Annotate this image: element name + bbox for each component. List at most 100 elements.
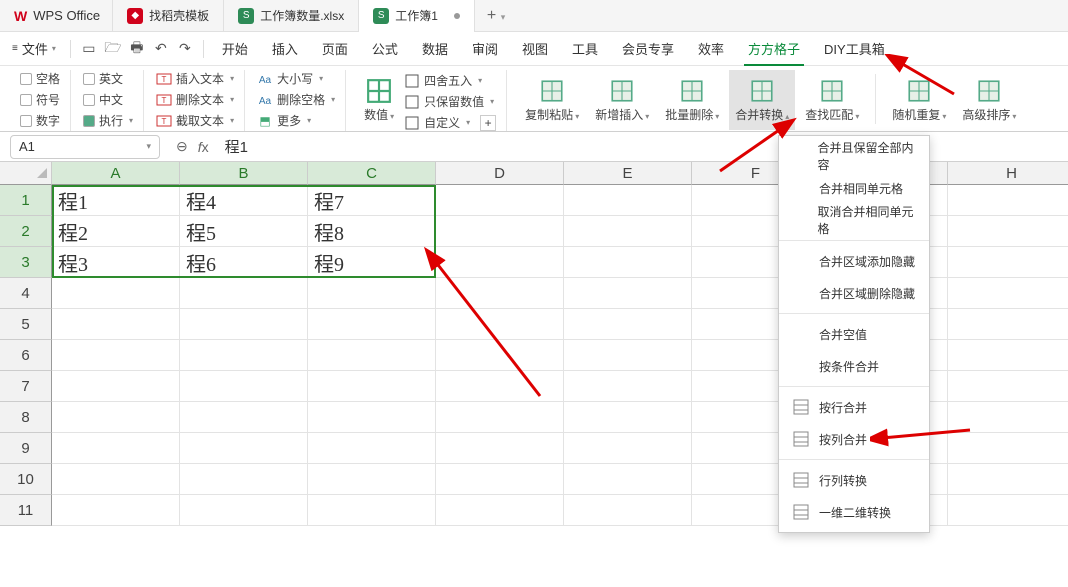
fx-icon[interactable]: fx (198, 139, 209, 155)
row-header[interactable]: 6 (0, 340, 52, 371)
cell[interactable] (180, 495, 308, 526)
dropdown-item[interactable]: 合并且保留全部内容 (779, 140, 929, 172)
cell[interactable] (180, 464, 308, 495)
plus-button[interactable]: + (480, 115, 496, 131)
cell[interactable] (948, 309, 1068, 340)
cell[interactable] (52, 464, 180, 495)
cell[interactable] (564, 247, 692, 278)
cell[interactable] (948, 185, 1068, 216)
ribbon-button-sm[interactable]: 自定义▾+ (404, 114, 496, 131)
document-tab[interactable]: S工作簿数量.xlsx (224, 0, 359, 32)
redo-icon[interactable]: ↷ (173, 40, 197, 57)
ribbon-button-big[interactable]: 高级排序▾ (956, 70, 1022, 130)
row-header[interactable]: 7 (0, 371, 52, 402)
cell[interactable]: 程6 (180, 247, 308, 278)
menu-tab[interactable]: 开始 (210, 32, 260, 66)
cell[interactable] (436, 278, 564, 309)
cell[interactable] (52, 278, 180, 309)
cell[interactable] (308, 371, 436, 402)
ribbon-button-sm[interactable]: 四舍五入▾ (404, 72, 496, 89)
cell[interactable] (180, 433, 308, 464)
cell[interactable] (308, 340, 436, 371)
cell[interactable] (52, 495, 180, 526)
cell[interactable] (180, 402, 308, 433)
cell[interactable] (308, 402, 436, 433)
cell[interactable] (52, 371, 180, 402)
menu-tab[interactable]: 页面 (310, 32, 360, 66)
ribbon-button-sm[interactable]: T插入文本▾ (156, 70, 234, 87)
cell[interactable]: 程7 (308, 185, 436, 216)
ribbon-button-big[interactable]: 查找匹配▾ (799, 70, 865, 130)
cell[interactable] (436, 371, 564, 402)
cell[interactable]: 程4 (180, 185, 308, 216)
ribbon-checkbox[interactable]: 中文 (83, 91, 133, 108)
cell[interactable] (436, 402, 564, 433)
row-header[interactable]: 8 (0, 402, 52, 433)
cell[interactable] (948, 216, 1068, 247)
column-header[interactable]: D (436, 162, 564, 185)
row-header[interactable]: 10 (0, 464, 52, 495)
row-header[interactable]: 1 (0, 185, 52, 216)
name-box[interactable]: A1▾ (10, 135, 160, 159)
cell[interactable] (564, 464, 692, 495)
menu-tab[interactable]: 插入 (260, 32, 310, 66)
row-header[interactable]: 11 (0, 495, 52, 526)
column-header[interactable]: B (180, 162, 308, 185)
menu-tab[interactable]: 方方格子 (736, 32, 812, 66)
undo-icon[interactable]: ↶ (149, 40, 173, 57)
cell[interactable] (436, 464, 564, 495)
cell[interactable] (564, 185, 692, 216)
ribbon-button-big[interactable]: 随机重复▾ (886, 70, 952, 130)
cell[interactable] (948, 495, 1068, 526)
numeric-button[interactable]: 数值▾ (358, 70, 400, 130)
cell[interactable] (52, 433, 180, 464)
cell[interactable] (948, 402, 1068, 433)
ribbon-button-sm[interactable]: T截取文本▾ (156, 112, 234, 129)
cell[interactable] (564, 433, 692, 464)
cell[interactable] (948, 433, 1068, 464)
cell[interactable] (436, 340, 564, 371)
menu-tab[interactable]: 审阅 (460, 32, 510, 66)
new-icon[interactable]: ▭ (77, 40, 101, 57)
dropdown-item[interactable]: 按条件合并 (779, 350, 929, 382)
column-header[interactable]: H (948, 162, 1068, 185)
cell[interactable] (308, 464, 436, 495)
document-tab[interactable]: ◆找稻壳模板 (112, 0, 224, 32)
ribbon-button-big[interactable]: 批量删除▾ (659, 70, 725, 130)
ribbon-button-sm[interactable]: Aa删除空格▾ (257, 91, 335, 108)
cell[interactable] (180, 278, 308, 309)
ribbon-button-sm[interactable]: T删除文本▾ (156, 91, 234, 108)
dropdown-item[interactable]: 按列合并 (779, 423, 929, 455)
cell[interactable] (436, 495, 564, 526)
open-icon[interactable]: 🗁 (101, 37, 125, 61)
cell[interactable] (948, 247, 1068, 278)
cell[interactable] (948, 371, 1068, 402)
cell[interactable]: 程9 (308, 247, 436, 278)
menu-tab[interactable]: DIY工具箱 (812, 32, 897, 66)
cell[interactable] (564, 495, 692, 526)
ribbon-button-sm[interactable]: ⬒更多▾ (257, 112, 335, 129)
ribbon-button-merge[interactable]: 合并转换▴ (729, 70, 795, 130)
dropdown-item[interactable]: 取消合并相同单元格 (779, 204, 929, 236)
cell[interactable] (436, 309, 564, 340)
cell[interactable] (52, 340, 180, 371)
cell[interactable] (180, 340, 308, 371)
cell[interactable] (564, 309, 692, 340)
cell[interactable]: 程8 (308, 216, 436, 247)
cell[interactable] (948, 464, 1068, 495)
cell[interactable] (308, 495, 436, 526)
ribbon-checkbox[interactable]: 数字 (20, 112, 60, 129)
menu-tab[interactable]: 会员专享 (610, 32, 686, 66)
cell[interactable]: 程2 (52, 216, 180, 247)
ribbon-button-sm[interactable]: Aa大小写▾ (257, 70, 335, 87)
row-header[interactable]: 5 (0, 309, 52, 340)
cell[interactable] (564, 371, 692, 402)
cell[interactable] (564, 340, 692, 371)
cell[interactable] (948, 340, 1068, 371)
menu-tab[interactable]: 公式 (360, 32, 410, 66)
cell[interactable]: 程5 (180, 216, 308, 247)
cell[interactable] (308, 278, 436, 309)
menu-tab[interactable]: 工具 (560, 32, 610, 66)
ribbon-button-big[interactable]: 复制粘贴▾ (519, 70, 585, 130)
menu-tab[interactable]: 效率 (686, 32, 736, 66)
